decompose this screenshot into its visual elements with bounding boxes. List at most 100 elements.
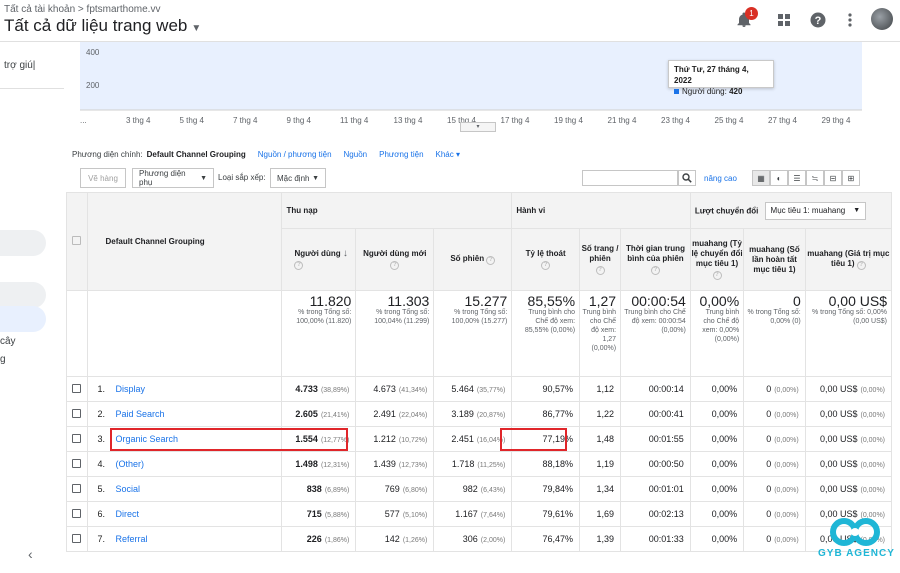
dimension-header[interactable]: Default Channel Grouping: [86, 192, 283, 291]
dimension-option-medium[interactable]: Phương tiện: [379, 150, 423, 159]
new-users-value: 2.491: [373, 409, 396, 419]
users-value: 4.733: [295, 384, 318, 394]
sessions-cell: 306 (2,00%): [433, 526, 513, 552]
table-search-input[interactable]: [582, 170, 678, 186]
primary-dimension-selected[interactable]: Default Channel Grouping: [147, 150, 246, 159]
sidebar-item-tree[interactable]: cây: [0, 336, 16, 347]
goal-select[interactable]: Mục tiêu 1: muahang ▼: [764, 201, 867, 220]
conv-rate-cell: 0,00%: [689, 501, 745, 527]
apps-grid-icon[interactable]: [774, 10, 794, 30]
table-row[interactable]: 4. (Other) 1.498 (12,31%) 1.439 (12,73%) 1.718…: [66, 451, 893, 477]
users-value: 2.605: [295, 409, 318, 419]
col-goal-value[interactable]: muahang (Giá trị mục tiêu 1) ?: [804, 228, 893, 291]
info-icon[interactable]: ?: [650, 266, 660, 275]
sidebar-item-help[interactable]: trợ giú|: [4, 60, 35, 71]
info-icon[interactable]: ?: [294, 261, 304, 270]
users-value: 1.498: [295, 459, 318, 469]
col-avg-duration[interactable]: Thời gian trung bình của phiên?: [620, 228, 691, 291]
page-title[interactable]: Tất cả dữ liệu trang web ▼: [4, 16, 201, 36]
advanced-filter-link[interactable]: nâng cao: [704, 174, 737, 183]
performance-view-icon[interactable]: ☰: [788, 170, 806, 186]
sessions-value: 3.189: [451, 409, 474, 419]
dimension-cell: 4. (Other): [86, 451, 283, 477]
row-checkbox[interactable]: [72, 408, 82, 418]
collapse-sidebar-icon[interactable]: ‹: [28, 546, 33, 562]
row-checkbox[interactable]: [72, 383, 82, 393]
dimension-option-source[interactable]: Nguồn: [344, 150, 368, 159]
sidebar-item-g[interactable]: g: [0, 354, 6, 365]
info-icon[interactable]: ?: [856, 261, 866, 270]
table-row[interactable]: 7. Referral 226 (1,86%) 142 (1,26%) 306 (2,00%)…: [66, 526, 893, 552]
select-all-checkbox[interactable]: [72, 236, 82, 245]
col-new-users[interactable]: Người dùng mới?: [355, 228, 435, 291]
table-row[interactable]: 2. Paid Search 2.605 (21,41%) 2.491 (22,04%) 3…: [66, 401, 893, 427]
notification-badge: 1: [745, 7, 758, 20]
dimension-option-source-medium[interactable]: Nguồn / phương tiện: [258, 150, 332, 159]
total-note: Trung bình cho Chế độ xem: 0,00% (0,00%): [702, 309, 740, 343]
help-icon[interactable]: ?: [808, 10, 828, 30]
row-checkbox[interactable]: [72, 458, 82, 468]
col-sessions[interactable]: Số phiên ?: [433, 228, 513, 291]
row-checkbox[interactable]: [72, 433, 82, 443]
totals-row: 11.820% trong Tổng số: 100,00% (11.820) 1…: [66, 290, 893, 377]
col-bounce-rate[interactable]: Tỷ lệ thoát?: [511, 228, 581, 291]
col-pages-per-session[interactable]: Số trang / phiên?: [579, 228, 622, 291]
new-users-value: 1.439: [373, 459, 396, 469]
sidebar-item-selected[interactable]: [0, 230, 46, 256]
info-icon[interactable]: ?: [595, 266, 605, 275]
col-users[interactable]: Người dùng ↓?: [281, 228, 357, 291]
col-conv-rate[interactable]: muahang (Tỷ lệ chuyển đổi mục tiêu 1)?: [689, 228, 745, 291]
users-value: 838: [306, 484, 322, 494]
dimension-option-more[interactable]: Khác ▾: [436, 150, 460, 159]
chart-resize-handle[interactable]: ▾: [460, 122, 496, 132]
comparison-view-icon[interactable]: ≒: [806, 170, 824, 186]
secondary-dimension-select[interactable]: Phương diện phụ ▼: [132, 168, 214, 188]
sessions-value: 306: [462, 534, 478, 544]
channel-link[interactable]: Direct: [116, 509, 140, 519]
row-checkbox[interactable]: [72, 483, 82, 493]
conv-rate-cell: 0,00%: [689, 401, 745, 427]
total-note: Trung bình cho Chế độ xem: 85,55% (0,00%…: [524, 309, 576, 334]
data-view-icon[interactable]: ▦: [752, 170, 770, 186]
completions-pct: (0,00%): [774, 437, 799, 444]
table-row[interactable]: 6. Direct 715 (5,88%) 577 (5,10%) 1.167 (7,64%)…: [66, 501, 893, 527]
gyb-agency-logo: GYB AGENCY: [808, 510, 900, 568]
breadcrumb[interactable]: Tất cả tài khoản > fptsmarthome.vv: [4, 4, 160, 15]
info-icon[interactable]: ?: [712, 271, 722, 280]
conv-rate-cell: 0,00%: [689, 526, 745, 552]
percentage-view-icon[interactable]: ◐: [770, 170, 788, 186]
sidebar-item-active[interactable]: [0, 282, 46, 308]
plot-rows-button[interactable]: Vẽ hàng: [80, 168, 126, 188]
row-checkbox[interactable]: [72, 508, 82, 518]
more-vert-icon[interactable]: [840, 10, 860, 30]
table-row[interactable]: 5. Social 838 (6,89%) 769 (6,80%) 982 (6,43%) 79…: [66, 476, 893, 502]
row-checkbox[interactable]: [72, 533, 82, 543]
info-icon[interactable]: ?: [541, 261, 551, 270]
info-icon[interactable]: ?: [390, 261, 400, 270]
bounce-cell: 76,47%: [511, 526, 581, 552]
sidebar-item-highlight[interactable]: [0, 306, 46, 332]
search-icon[interactable]: [678, 170, 696, 186]
col-completions[interactable]: muahang (Số lần hoàn tất mục tiêu 1): [743, 228, 806, 291]
col-duration-label: Thời gian trung bình của phiên: [625, 244, 685, 263]
duration-value: 00:02:13: [648, 509, 684, 519]
pps-value: 1,69: [596, 509, 615, 519]
info-icon[interactable]: ?: [486, 256, 496, 265]
left-sidebar: trợ giú| cây g ‹: [0, 42, 64, 568]
term-cloud-icon[interactable]: ⊟: [824, 170, 842, 186]
channel-link[interactable]: Display: [116, 384, 146, 394]
channel-link[interactable]: (Other): [116, 459, 145, 469]
avatar[interactable]: [871, 8, 893, 30]
pivot-view-icon[interactable]: ⊞: [842, 170, 860, 186]
duration-cell: 00:01:01: [620, 476, 691, 502]
pps-cell: 1,12: [579, 376, 622, 402]
new-users-value: 577: [384, 509, 400, 519]
channel-link[interactable]: Referral: [116, 534, 148, 544]
channel-link[interactable]: Paid Search: [116, 409, 165, 419]
table-row[interactable]: 1. Display 4.733 (38,89%) 4.673 (41,34%) 5.464…: [66, 376, 893, 402]
svg-text:?: ?: [815, 15, 822, 27]
total-value: 0,00%: [699, 293, 740, 309]
sort-type-select[interactable]: Mặc định ▼: [270, 168, 326, 188]
row-index: 5.: [97, 484, 106, 494]
channel-link[interactable]: Social: [116, 484, 141, 494]
